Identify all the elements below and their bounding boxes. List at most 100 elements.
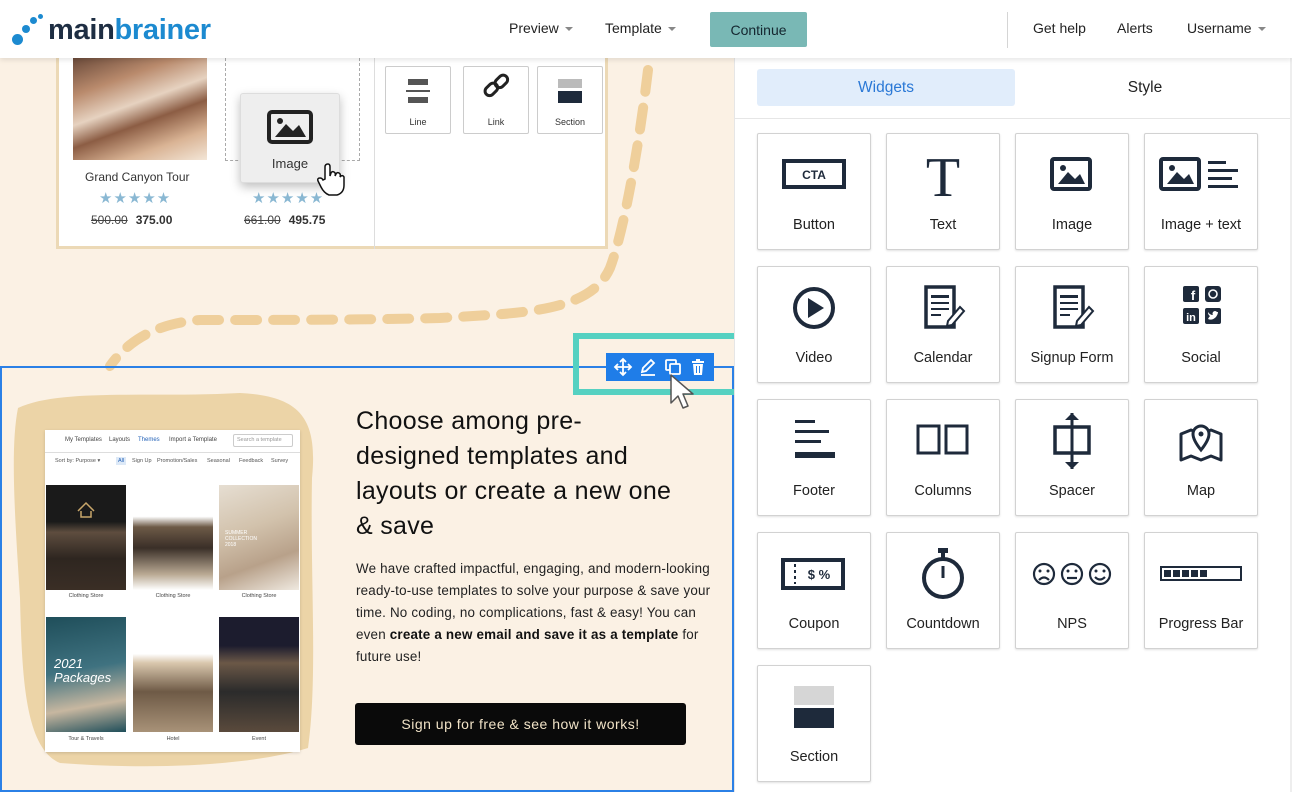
social-widget[interactable]: f in Social (1144, 266, 1258, 383)
edit-icon[interactable] (637, 356, 659, 378)
spacer-widget[interactable]: Spacer (1015, 399, 1129, 516)
alerts-link[interactable]: Alerts (1117, 20, 1153, 36)
tab-my-templates: My Templates (65, 437, 102, 443)
widget-label: Image (1051, 217, 1093, 233)
widget-label: Spacer (1049, 483, 1095, 499)
get-help-link[interactable]: Get help (1033, 20, 1086, 36)
chevron-down-icon (1257, 27, 1266, 32)
image-widget[interactable]: Image (1015, 133, 1129, 250)
nps-widget[interactable]: NPS (1015, 532, 1129, 649)
widget-label: Map (1186, 483, 1216, 499)
section-body-text[interactable]: We have crafted impactful, engaging, and… (356, 558, 716, 668)
progress-bar-icon (1160, 566, 1242, 581)
map-icon (1179, 424, 1223, 462)
svg-text:CTA: CTA (802, 168, 826, 182)
countdown-widget[interactable]: Countdown (886, 532, 1000, 649)
thumbnail-caption: Hotel (166, 736, 180, 742)
widget-label: Coupon (788, 616, 840, 632)
play-icon (793, 287, 835, 329)
widget-label: Video (795, 350, 833, 366)
calendar-icon (924, 285, 966, 329)
logo-dots-icon (12, 14, 46, 46)
widget-label: NPS (1057, 616, 1087, 632)
map-widget[interactable]: Map (1144, 399, 1258, 516)
filter-seasonal: Seasonal (207, 458, 230, 464)
tab-widgets[interactable]: Widgets (757, 69, 1015, 106)
move-icon[interactable] (612, 356, 634, 378)
widget-label: Section (789, 749, 839, 765)
calendar-widget[interactable]: Calendar (886, 266, 1000, 383)
pointer-cursor-icon (670, 374, 694, 409)
text-icon: T (926, 150, 960, 200)
chevron-down-icon (667, 27, 676, 32)
tab-layouts: Layouts (109, 437, 131, 443)
tab-import: Import a Template (169, 437, 217, 443)
svg-text:in: in (1186, 312, 1196, 324)
preview-menu[interactable]: Preview (509, 20, 573, 36)
spacer-icon (1053, 413, 1091, 469)
image-icon (1050, 157, 1092, 191)
text-widget[interactable]: T Text (886, 133, 1000, 250)
image-text-icon (1159, 157, 1238, 191)
columns-widget[interactable]: Columns (886, 399, 1000, 516)
footer-widget[interactable]: Footer (757, 399, 871, 516)
username-menu[interactable]: Username (1187, 20, 1266, 36)
filter-signup: Sign Up (132, 458, 152, 464)
nps-faces-icon (1032, 562, 1112, 586)
continue-button[interactable]: Continue (710, 12, 807, 47)
thumbnail-title: SUMMER COLLECTION 2018 (225, 530, 257, 548)
widget-label: Footer (793, 483, 835, 499)
mainbrainer-logo[interactable]: mainbrainer (12, 12, 211, 48)
thumbnail-title: 2021 Packages (54, 656, 112, 685)
filter-feedback: Feedback (239, 458, 264, 464)
thumbnail-caption: Clothing Store (68, 593, 104, 599)
svg-text:$ %: $ % (808, 567, 831, 582)
video-widget[interactable]: Video (757, 266, 871, 383)
template-thumbnail[interactable]: SUMMER COLLECTION 2018 (219, 485, 299, 590)
template-filters: Sort by: Purpose ▾ All Sign Up Promotion… (45, 452, 300, 470)
image-text-widget[interactable]: Image + text (1144, 133, 1258, 250)
widget-label: Columns (914, 483, 972, 499)
footer-icon (795, 420, 835, 458)
widget-label: Button (793, 217, 835, 233)
template-thumbnail[interactable] (219, 617, 299, 732)
button-widget[interactable]: CTA Button (757, 133, 871, 250)
coupon-icon: $ % (781, 558, 845, 590)
section-headline[interactable]: Choose among pre-designed templates and … (356, 404, 676, 544)
house-logo-icon (77, 501, 95, 518)
widget-label: Image + text (1160, 217, 1242, 233)
sort-by-label: Sort by: Purpose ▾ (55, 458, 101, 464)
thumbnail-caption: Event (251, 736, 267, 742)
template-tabs: My Templates Layouts Themes Import a Tem… (45, 430, 300, 453)
template-gallery-preview[interactable]: My Templates Layouts Themes Import a Tem… (45, 430, 300, 752)
tab-style[interactable]: Style (1016, 69, 1274, 106)
signup-form-widget[interactable]: Signup Form (1015, 266, 1129, 383)
tab-themes: Themes (138, 437, 160, 443)
template-menu[interactable]: Template (605, 20, 676, 36)
template-thumbnail[interactable] (133, 617, 213, 732)
template-thumbnail[interactable]: 2021 Packages (46, 617, 126, 732)
svg-text:f: f (1191, 288, 1196, 303)
columns-icon (916, 424, 969, 455)
widget-label: Text (929, 217, 957, 233)
stopwatch-icon (922, 548, 964, 599)
template-thumbnail[interactable] (133, 485, 213, 590)
email-canvas[interactable]: Grand Canyon Tour ★★★★★ 500.00 375.00 ★★★… (0, 58, 734, 792)
thumbnail-caption: Clothing Store (241, 593, 277, 599)
widget-label: Social (1181, 350, 1221, 366)
thumbnail-caption: Clothing Store (155, 593, 191, 599)
form-icon (1053, 285, 1095, 329)
section-icon (794, 686, 834, 728)
coupon-widget[interactable]: $ % Coupon (757, 532, 871, 649)
logo-text: mainbrainer (48, 13, 211, 46)
signup-cta-button[interactable]: Sign up for free & see how it works! (355, 703, 686, 745)
panel-tabs: Widgets Style (735, 58, 1291, 119)
widget-label: Calendar (913, 350, 973, 366)
filter-survey: Survey (271, 458, 289, 464)
widgets-panel: Widgets Style CTA Button T Text Image Im… (734, 58, 1291, 792)
section-widget[interactable]: Section (757, 665, 871, 782)
button-cta-icon: CTA (782, 159, 846, 189)
widget-label: Countdown (906, 616, 980, 632)
progress-bar-widget[interactable]: Progress Bar (1144, 532, 1258, 649)
template-thumbnail[interactable] (46, 485, 126, 590)
